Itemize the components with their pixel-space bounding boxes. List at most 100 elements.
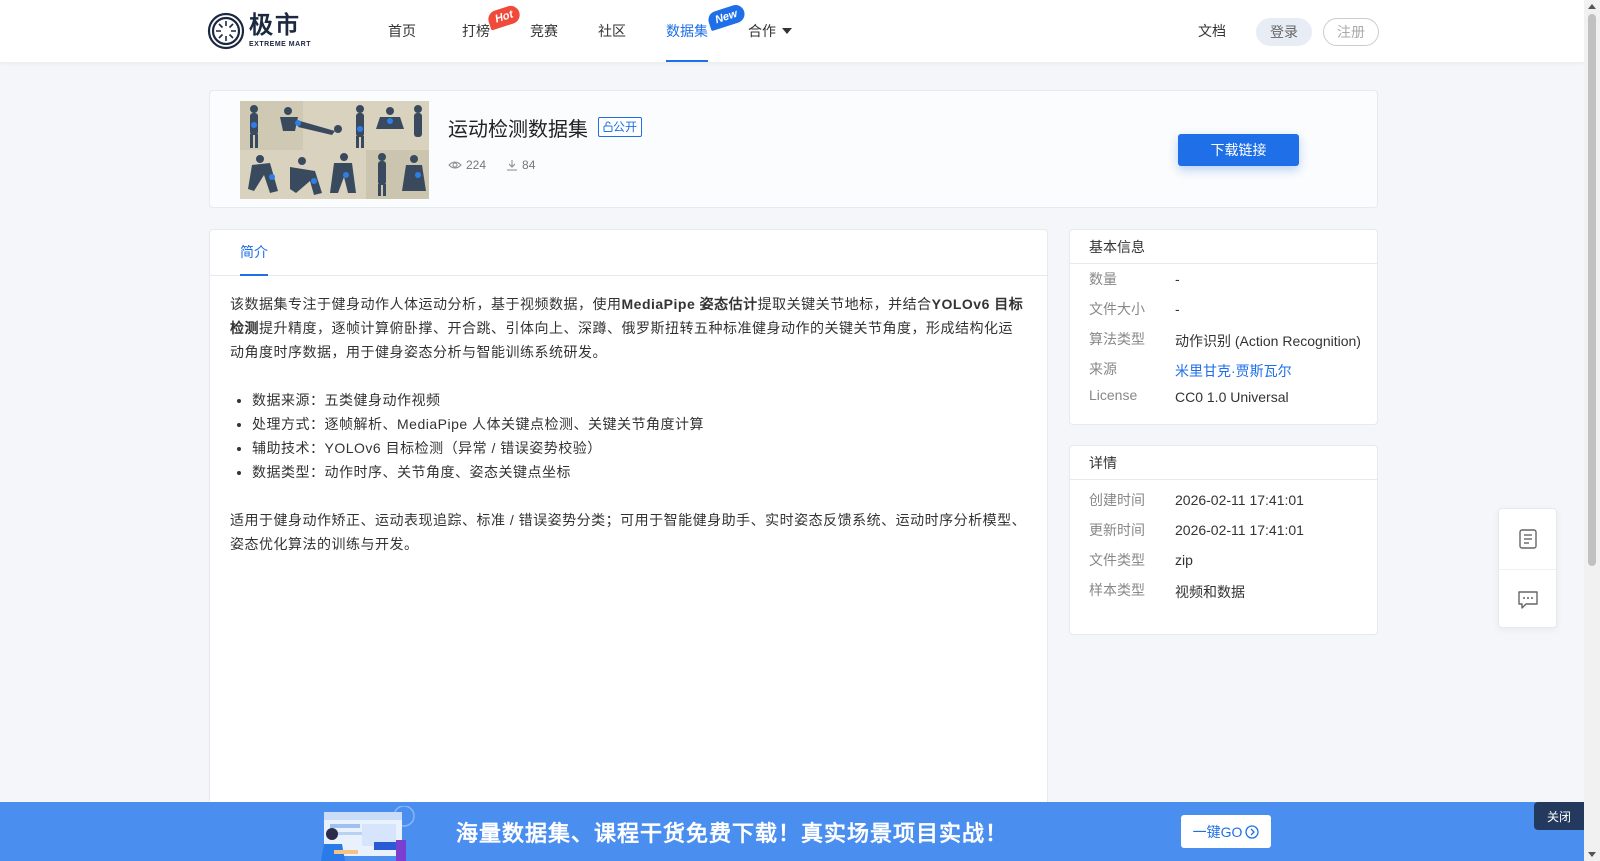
nav-item-community[interactable]: 社区 [598, 0, 626, 62]
caret-down-icon [782, 28, 792, 34]
docs-link[interactable]: 文档 [1198, 0, 1226, 62]
chat-button[interactable] [1499, 569, 1556, 629]
info-key: 来源 [1089, 361, 1117, 377]
detail-value: 2026-02-11 17:41:01 [1175, 492, 1304, 508]
lock-icon [603, 121, 613, 132]
floating-toolbar [1498, 508, 1557, 628]
go-button-label: 一键GO [1192, 823, 1243, 840]
feedback-doc-button[interactable] [1499, 509, 1556, 569]
nav-item-leaderboard[interactable]: 打榜 Hot [462, 0, 523, 62]
intro-panel: 简介 该数据集专注于健身动作人体运动分析，基于视频数据，使用MediaPipe … [209, 229, 1048, 861]
info-value: - [1175, 271, 1180, 287]
intro-tabs: 简介 [210, 230, 1047, 276]
detail-key: 创建时间 [1089, 492, 1145, 508]
detail-row-file-type: 文件类型 zip [1070, 550, 1377, 580]
info-value: - [1175, 301, 1180, 317]
nav-item-competition[interactable]: 竞赛 [530, 0, 558, 62]
intro-paragraph-1: 该数据集专注于健身动作人体运动分析，基于视频数据，使用MediaPipe 姿态估… [230, 292, 1027, 364]
detail-key: 样本类型 [1089, 582, 1145, 598]
text-run: 提升精度，逐帧计算俯卧撑、开合跳、引体向上、深蹲、俄罗斯扭转五种标准健身动作的关… [230, 320, 1013, 360]
arrow-circle-icon [1245, 824, 1260, 839]
info-row-source: 来源 米里甘克·贾斯瓦尔 [1070, 359, 1377, 387]
basic-info-panel: 基本信息 数量 - 文件大小 - 算法类型 动作识别 (Action Recog… [1069, 229, 1378, 425]
page-scrollbar[interactable] [1584, 0, 1600, 861]
info-row-count: 数量 - [1070, 269, 1377, 299]
text-run: 提取关键关节地标，并结合 [757, 296, 932, 312]
banner-close-button[interactable]: 关闭 [1534, 802, 1584, 830]
visibility-label: 公开 [613, 120, 638, 134]
hot-badge: Hot [486, 3, 523, 31]
logo-mark-icon [207, 12, 245, 50]
info-value: 动作识别 (Action Recognition) [1175, 333, 1361, 349]
info-key: License [1089, 387, 1138, 403]
detail-row-created: 创建时间 2026-02-11 17:41:01 [1070, 490, 1377, 520]
scroll-down-arrow-icon[interactable] [1588, 852, 1596, 857]
downloads-count: 84 [522, 158, 536, 172]
dataset-thumbnail [240, 101, 429, 199]
info-row-file-size: 文件大小 - [1070, 299, 1377, 329]
intro-bullet-list: 数据来源：五类健身动作视频 处理方式：逐帧解析、MediaPipe 人体关键点检… [252, 388, 1027, 484]
text-run: 该数据集专注于健身动作人体运动分析，基于视频数据，使用 [230, 296, 622, 312]
detail-value: zip [1175, 552, 1193, 568]
views-count: 224 [466, 158, 487, 172]
nav-item-label: 社区 [598, 23, 626, 39]
dataset-stats: 224 84 [448, 158, 555, 172]
nav-item-cooperation[interactable]: 合作 [748, 0, 792, 62]
dataset-header-card: 运动检测数据集 公开 224 84 下载链接 [209, 90, 1378, 208]
banner-illustration [312, 805, 422, 861]
dataset-title: 运动检测数据集 [448, 119, 588, 141]
detail-row-updated: 更新时间 2026-02-11 17:41:01 [1070, 520, 1377, 550]
nav-item-label: 数据集 [666, 23, 708, 39]
nav-item-label: 打榜 [462, 23, 490, 39]
go-button[interactable]: 一键GO [1181, 815, 1271, 848]
info-key: 数量 [1089, 271, 1117, 287]
nav-item-datasets[interactable]: 数据集 New [666, 0, 747, 62]
source-link[interactable]: 米里甘克·贾斯瓦尔 [1175, 361, 1292, 381]
nav-item-home[interactable]: 首页 [388, 0, 416, 62]
chat-icon [1517, 590, 1538, 609]
eye-icon [448, 161, 462, 169]
downloads-stat: 84 [506, 158, 535, 172]
list-item: 处理方式：逐帧解析、MediaPipe 人体关键点检测、关键关节角度计算 [252, 412, 1027, 436]
info-key: 算法类型 [1089, 331, 1145, 347]
info-row-license: License CC0 1.0 Universal [1070, 387, 1377, 417]
promo-banner: 海量数据集、课程干货免费下载！真实场景项目实战！ 一键GO [0, 802, 1584, 861]
new-badge: New [706, 2, 747, 32]
top-header: 极市 EXTREME MART 首页 打榜 Hot 竞赛 社区 数据集 New … [0, 0, 1584, 62]
detail-value: 视频和数据 [1175, 584, 1245, 600]
details-panel: 详情 创建时间 2026-02-11 17:41:01 更新时间 2026-02… [1069, 445, 1378, 635]
visibility-tag: 公开 [598, 117, 643, 137]
doc-icon [1518, 529, 1537, 549]
register-button[interactable]: 注册 [1323, 18, 1379, 46]
views-stat: 224 [448, 158, 486, 172]
list-item: 辅助技术：YOLOv6 目标检测（异常 / 错误姿势校验） [252, 436, 1027, 460]
download-icon [507, 160, 518, 171]
detail-row-sample-type: 样本类型 视频和数据 [1070, 580, 1377, 610]
login-button[interactable]: 登录 [1256, 18, 1312, 46]
main-nav: 首页 打榜 Hot 竞赛 社区 数据集 New 合作 [388, 0, 792, 62]
details-title: 详情 [1070, 446, 1377, 480]
nav-item-label: 首页 [388, 23, 416, 39]
nav-item-label: 合作 [748, 23, 776, 39]
list-item: 数据来源：五类健身动作视频 [252, 388, 1027, 412]
logo-subtitle: EXTREME MART [249, 41, 311, 48]
intro-content: 该数据集专注于健身动作人体运动分析，基于视频数据，使用MediaPipe 姿态估… [210, 276, 1047, 556]
tab-intro[interactable]: 简介 [240, 230, 268, 276]
logo[interactable]: 极市 EXTREME MART [207, 12, 311, 50]
basic-info-title: 基本信息 [1070, 230, 1377, 264]
text-run-bold: MediaPipe 姿态估计 [621, 296, 758, 312]
detail-key: 更新时间 [1089, 522, 1145, 538]
logo-title: 极市 [249, 12, 301, 39]
scroll-up-arrow-icon[interactable] [1588, 4, 1596, 9]
banner-text: 海量数据集、课程干货免费下载！真实场景项目实战！ [456, 821, 1009, 846]
scroll-thumb[interactable] [1588, 14, 1596, 566]
detail-key: 文件类型 [1089, 552, 1145, 568]
detail-value: 2026-02-11 17:41:01 [1175, 522, 1304, 538]
info-value: CC0 1.0 Universal [1175, 389, 1289, 405]
info-key: 文件大小 [1089, 301, 1145, 317]
intro-paragraph-2: 适用于健身动作矫正、运动表现追踪、标准 / 错误姿势分类；可用于智能健身助手、实… [230, 512, 1027, 552]
nav-item-label: 竞赛 [530, 23, 558, 39]
download-link-button[interactable]: 下载链接 [1178, 134, 1299, 166]
list-item: 数据类型：动作时序、关节角度、姿态关键点坐标 [252, 460, 1027, 484]
info-row-algorithm: 算法类型 动作识别 (Action Recognition) [1070, 329, 1377, 359]
